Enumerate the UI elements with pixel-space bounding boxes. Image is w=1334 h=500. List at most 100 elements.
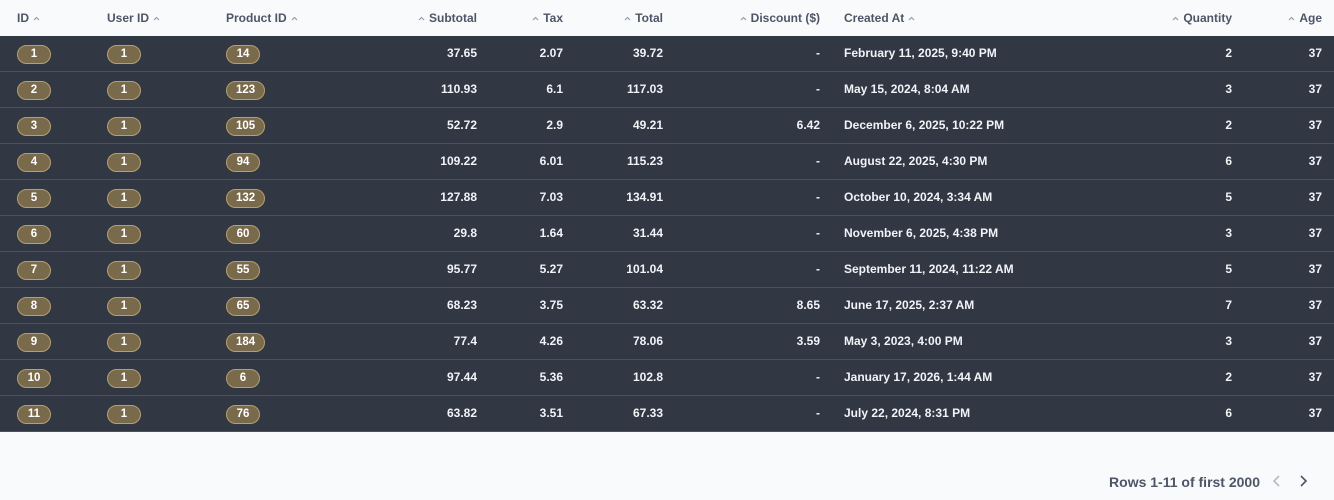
cell-id[interactable]: 6 — [17, 216, 51, 251]
user-id-badge[interactable]: 1 — [107, 45, 141, 64]
table-row[interactable]: 1 1 14 37.65 2.07 39.72 - February 11, 2025, 9:… — [0, 36, 1334, 72]
user-id-badge[interactable]: 1 — [107, 405, 141, 424]
cell-created-at: November 6, 2025, 4:38 PM — [844, 226, 999, 240]
table-row[interactable]: 2 1 123 110.93 6.1 117.03 - May 15, 2024, 8:04 … — [0, 72, 1334, 108]
cell-id[interactable]: 5 — [17, 180, 51, 215]
column-header-tax[interactable]: Tax — [532, 0, 563, 36]
cell-user-id[interactable]: 1 — [107, 252, 141, 287]
cell-product-id[interactable]: 123 — [226, 72, 266, 107]
column-header-subtotal[interactable]: Subtotal — [418, 0, 477, 36]
cell-user-id[interactable]: 1 — [107, 216, 141, 251]
cell-id[interactable]: 8 — [17, 288, 51, 323]
product-id-badge[interactable]: 14 — [226, 45, 260, 64]
column-header-total[interactable]: Total — [624, 0, 663, 36]
id-badge[interactable]: 3 — [17, 117, 51, 136]
cell-user-id[interactable]: 1 — [107, 36, 141, 71]
cell-discount: - — [816, 226, 820, 240]
column-header-created-at[interactable]: Created At — [844, 0, 915, 36]
table-row[interactable]: 7 1 55 95.77 5.27 101.04 - September 11, 2024, … — [0, 252, 1334, 288]
cell-total: 117.03 — [626, 82, 663, 96]
cell-product-id[interactable]: 76 — [226, 396, 260, 431]
cell-created-at: February 11, 2025, 9:40 PM — [844, 46, 997, 60]
cell-id[interactable]: 1 — [17, 36, 51, 71]
cell-product-id[interactable]: 6 — [226, 360, 260, 395]
cell-age: 37 — [1308, 406, 1322, 420]
cell-tax: 1.64 — [539, 226, 563, 240]
table-row[interactable]: 4 1 94 109.22 6.01 115.23 - August 22, 2025, 4:… — [0, 144, 1334, 180]
cell-product-id[interactable]: 60 — [226, 216, 260, 251]
id-badge[interactable]: 1 — [17, 45, 51, 64]
table-row[interactable]: 5 1 132 127.88 7.03 134.91 - October 10, 2024, … — [0, 180, 1334, 216]
user-id-badge[interactable]: 1 — [107, 369, 141, 388]
product-id-badge[interactable]: 65 — [226, 297, 260, 316]
cell-product-id[interactable]: 94 — [226, 144, 260, 179]
cell-product-id[interactable]: 132 — [226, 180, 266, 215]
cell-user-id[interactable]: 1 — [107, 108, 141, 143]
id-badge[interactable]: 10 — [17, 369, 51, 388]
cell-id[interactable]: 4 — [17, 144, 51, 179]
column-header-user-id[interactable]: User ID — [107, 0, 160, 36]
cell-id[interactable]: 9 — [17, 324, 51, 359]
product-id-badge[interactable]: 132 — [226, 189, 266, 208]
product-id-badge[interactable]: 76 — [226, 405, 260, 424]
product-id-badge[interactable]: 105 — [226, 117, 266, 136]
next-page-button[interactable] — [1294, 470, 1312, 494]
cell-product-id[interactable]: 14 — [226, 36, 260, 71]
product-id-badge[interactable]: 60 — [226, 225, 260, 244]
column-header-age[interactable]: Age — [1288, 0, 1322, 36]
cell-id[interactable]: 10 — [17, 360, 51, 395]
table-row[interactable]: 8 1 65 68.23 3.75 63.32 8.65 June 17, 2025, 2:3… — [0, 288, 1334, 324]
id-badge[interactable]: 11 — [17, 405, 51, 424]
cell-product-id[interactable]: 184 — [226, 324, 266, 359]
user-id-badge[interactable]: 1 — [107, 81, 141, 100]
cell-product-id[interactable]: 105 — [226, 108, 266, 143]
cell-user-id[interactable]: 1 — [107, 180, 141, 215]
product-id-badge[interactable]: 94 — [226, 153, 260, 172]
id-badge[interactable]: 2 — [17, 81, 51, 100]
user-id-badge[interactable]: 1 — [107, 117, 141, 136]
cell-user-id[interactable]: 1 — [107, 288, 141, 323]
product-id-badge[interactable]: 55 — [226, 261, 260, 280]
id-badge[interactable]: 4 — [17, 153, 51, 172]
table-row[interactable]: 9 1 184 77.4 4.26 78.06 3.59 May 3, 2023, 4:00 … — [0, 324, 1334, 360]
cell-id[interactable]: 11 — [17, 396, 51, 431]
column-header-quantity[interactable]: Quantity — [1172, 0, 1232, 36]
user-id-badge[interactable]: 1 — [107, 333, 141, 352]
user-id-badge[interactable]: 1 — [107, 261, 141, 280]
column-header-product-id[interactable]: Product ID — [226, 0, 298, 36]
user-id-badge[interactable]: 1 — [107, 225, 141, 244]
cell-user-id[interactable]: 1 — [107, 360, 141, 395]
sort-chevron-icon — [1288, 15, 1295, 22]
cell-discount: 8.65 — [796, 298, 820, 312]
cell-product-id[interactable]: 65 — [226, 288, 260, 323]
table-row[interactable]: 6 1 60 29.8 1.64 31.44 - November 6, 2025, 4:38… — [0, 216, 1334, 252]
cell-id[interactable]: 2 — [17, 72, 51, 107]
id-badge[interactable]: 8 — [17, 297, 51, 316]
column-header-id[interactable]: ID — [17, 0, 40, 36]
user-id-badge[interactable]: 1 — [107, 297, 141, 316]
id-badge[interactable]: 7 — [17, 261, 51, 280]
table-row[interactable]: 10 1 6 97.44 5.36 102.8 - January 17, 2026, 1:4… — [0, 360, 1334, 396]
cell-created-at: May 15, 2024, 8:04 AM — [844, 82, 970, 96]
id-badge[interactable]: 6 — [17, 225, 51, 244]
cell-product-id[interactable]: 55 — [226, 252, 260, 287]
table-row[interactable]: 3 1 105 52.72 2.9 49.21 6.42 December 6, 2025, … — [0, 108, 1334, 144]
prev-page-button[interactable] — [1268, 470, 1286, 494]
cell-quantity: 5 — [1225, 190, 1232, 204]
id-badge[interactable]: 5 — [17, 189, 51, 208]
cell-user-id[interactable]: 1 — [107, 324, 141, 359]
cell-user-id[interactable]: 1 — [107, 144, 141, 179]
user-id-badge[interactable]: 1 — [107, 153, 141, 172]
cell-user-id[interactable]: 1 — [107, 396, 141, 431]
id-badge[interactable]: 9 — [17, 333, 51, 352]
product-id-badge[interactable]: 184 — [226, 333, 266, 352]
user-id-badge[interactable]: 1 — [107, 189, 141, 208]
table-row[interactable]: 11 1 76 63.82 3.51 67.33- July 22, 2024, 8:31 … — [0, 396, 1334, 432]
cell-user-id[interactable]: 1 — [107, 72, 141, 107]
cell-id[interactable]: 7 — [17, 252, 51, 287]
cell-id[interactable]: 3 — [17, 108, 51, 143]
column-header-discount[interactable]: Discount ($) — [740, 0, 820, 36]
cell-quantity: 3 — [1225, 82, 1232, 96]
product-id-badge[interactable]: 6 — [226, 369, 260, 388]
product-id-badge[interactable]: 123 — [226, 81, 266, 100]
